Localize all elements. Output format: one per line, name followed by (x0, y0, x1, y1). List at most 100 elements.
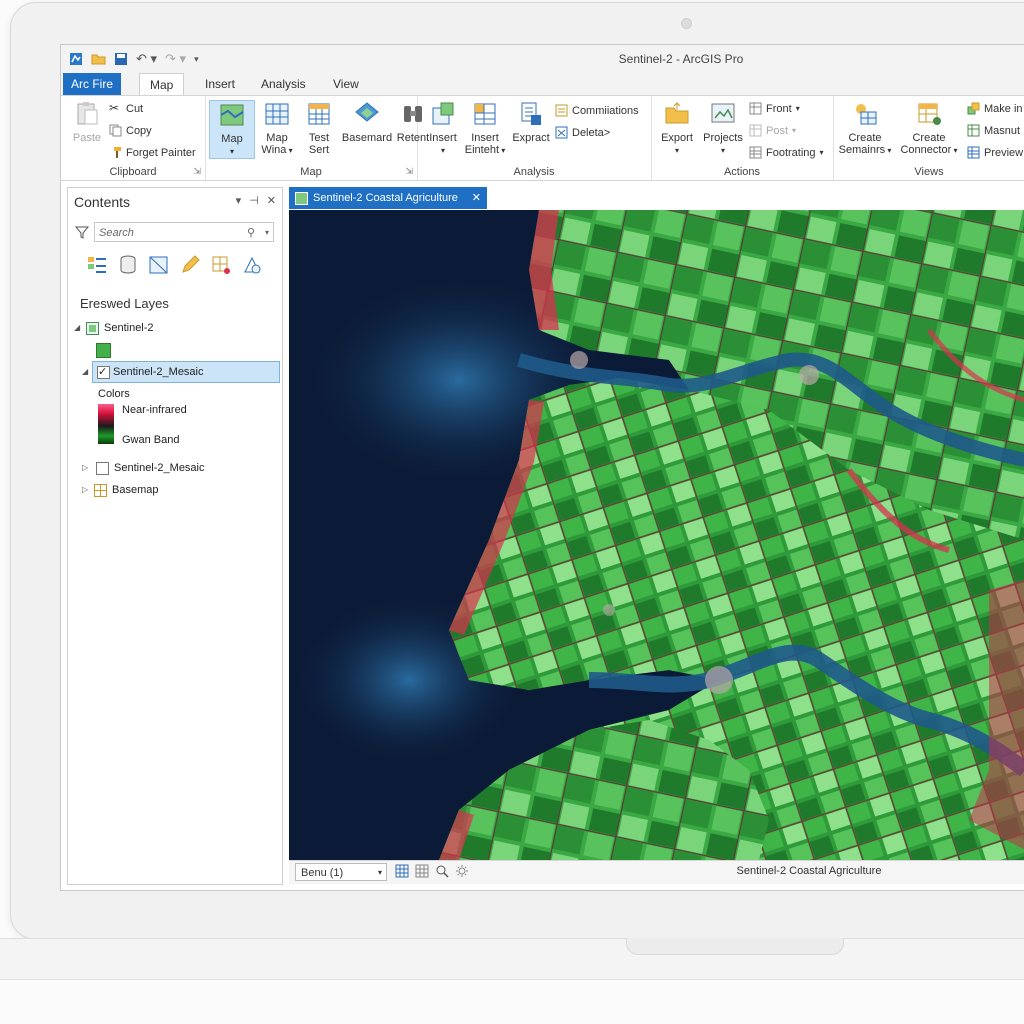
list-by-editing-icon[interactable] (179, 254, 201, 276)
list-by-snapping-icon[interactable] (210, 254, 232, 276)
masnut-button[interactable]: Masnut (967, 124, 1020, 137)
commissions-button[interactable]: Commiiations (555, 104, 639, 117)
clipboard-launcher-icon[interactable]: ⇲ (193, 166, 201, 177)
map-launcher-icon[interactable]: ⇲ (405, 166, 413, 177)
views-group: Create Semainrs ▾ Create Connector ▾ Make … (833, 96, 1024, 180)
save-icon[interactable] (114, 52, 128, 66)
tab-file[interactable]: Arc Fire (63, 73, 121, 95)
grid-icon[interactable] (395, 864, 409, 878)
make-in-button[interactable]: Make in (967, 102, 1023, 115)
front-button[interactable]: Front ▾ (749, 102, 800, 115)
test-sert-button[interactable]: Test Sert (297, 100, 341, 156)
color-ramp-icon (98, 404, 114, 444)
undo-icon[interactable]: ↶ ▾ (136, 51, 157, 67)
customize-toolbar-icon[interactable]: ▾ (194, 51, 199, 67)
collapse-icon[interactable]: ◢ (82, 362, 88, 382)
settings-gear-icon[interactable] (455, 864, 469, 878)
contents-toolbar (86, 254, 263, 276)
export-button[interactable]: Export ▾ (655, 100, 699, 157)
map-view-tab[interactable]: Sentinel-2 Coastal Agriculture ✕ (289, 187, 487, 209)
search-placeholder: Search (99, 227, 134, 239)
list-by-drawing-order-icon[interactable] (86, 254, 108, 276)
create-semainrs-button[interactable]: Create Semainrs ▾ (835, 100, 895, 157)
grid-map-icon (265, 103, 289, 125)
format-painter-button[interactable]: Forget Painter (109, 146, 196, 159)
cut-button[interactable]: ✂ Cut (109, 102, 143, 115)
pin-icon[interactable]: ⊣ (249, 194, 259, 207)
preview-icon (967, 146, 980, 159)
scissors-icon: ✂ (109, 101, 120, 115)
make-in-icon (967, 102, 980, 115)
projects-button[interactable]: Projects ▾ (699, 100, 747, 157)
views-group-label: Views (914, 166, 944, 178)
projects-icon (711, 103, 735, 123)
paste-icon (77, 102, 98, 125)
green-swatch (96, 343, 111, 358)
expract-button[interactable]: Expract (509, 100, 553, 144)
actions-group-label: Actions (723, 166, 761, 178)
close-tab-icon[interactable]: ✕ (472, 187, 481, 209)
list-by-selection-icon[interactable] (148, 254, 170, 276)
delete-button[interactable]: Deleta> (555, 126, 610, 139)
actions-group: Export ▾ Projects ▾ Front ▾ Post ▾ Footratin… (651, 96, 834, 180)
analysis-group-label: Analysis (513, 166, 555, 178)
open-folder-icon[interactable] (91, 52, 106, 66)
copy-button[interactable]: Copy (109, 124, 152, 137)
quick-access-toolbar: ↶ ▾ ↷ ▾ ▾ (69, 51, 199, 67)
create-connector-button[interactable]: Create Connector ▾ (897, 100, 961, 157)
map-canvas[interactable] (289, 210, 1024, 860)
search-dropdown-icon[interactable]: ▾ (265, 223, 269, 243)
list-by-labeling-icon[interactable] (241, 254, 263, 276)
map-icon (220, 104, 244, 126)
ribbon-tabs: Arc Fire Map Insert Analysis View (61, 73, 1024, 96)
window-title: Sentinel-2 - ArcGIS Pro (618, 52, 744, 66)
basemap-button[interactable]: Basemard (341, 100, 393, 144)
insert-einteht-button[interactable]: Insert Einteht ▾ (463, 100, 507, 157)
create-connector-icon (918, 103, 941, 125)
collapse-icon[interactable]: ◢ (74, 318, 80, 338)
search-input[interactable]: Search ⚲ ▾ (94, 222, 274, 242)
zoom-icon[interactable] (435, 864, 449, 878)
clipboard-group-label: Clipboard (109, 166, 157, 178)
filter-icon[interactable] (74, 224, 90, 240)
pane-menu-icon[interactable]: ▾ (236, 194, 242, 207)
ribbon: Paste ✂ Cut Copy Forget Painter Clipboar… (61, 95, 1024, 181)
contents-title: Contents (74, 194, 131, 210)
commissions-icon (555, 104, 568, 117)
insert-button[interactable]: Insert ▾ (421, 100, 465, 157)
status-tools (395, 864, 469, 878)
table-icon (308, 103, 330, 125)
map-tab-icon (295, 192, 308, 205)
selected-layer-row[interactable]: Sentinel-2_Mesaic (92, 361, 280, 383)
post-button[interactable]: Post ▾ (749, 124, 796, 137)
expand-icon[interactable]: ▷ (82, 480, 88, 500)
preview-button[interactable]: Preview (967, 146, 1023, 159)
map-wina-button[interactable]: Map Wina ▾ (255, 100, 299, 157)
layer-visibility-checkbox[interactable] (97, 362, 110, 382)
footrating-icon (749, 146, 762, 159)
list-by-data-source-icon[interactable] (117, 254, 139, 276)
layer-visibility-checkbox[interactable] (96, 462, 109, 475)
table-view-icon[interactable] (415, 864, 429, 878)
title-bar: ↶ ▾ ↷ ▾ ▾ Sentinel-2 - ArcGIS Pro (61, 45, 1024, 73)
map-status-bar: Benu (1) ▾ Sentinel-2 Coastal Agricultur… (289, 860, 1024, 884)
insert-table-icon (474, 103, 496, 125)
tab-insert[interactable]: Insert (195, 73, 245, 95)
tab-view[interactable]: View (323, 73, 369, 95)
search-icon[interactable]: ⚲ (247, 223, 255, 243)
status-text: Sentinel-2 Coastal Agriculture (736, 865, 882, 877)
redo-icon[interactable]: ↷ ▾ (165, 51, 186, 67)
tab-analysis[interactable]: Analysis (251, 73, 316, 95)
pane-controls: ▾ ⊣ ✕ (236, 194, 276, 207)
create-sun-icon (856, 104, 877, 125)
close-icon[interactable]: ✕ (267, 194, 276, 207)
map-view: Sentinel-2 Coastal Agriculture ✕ Benu (1… (289, 187, 1024, 884)
paste-button[interactable]: Paste (65, 100, 109, 144)
scale-selector[interactable]: Benu (1) ▾ (295, 863, 387, 881)
extract-icon (521, 102, 541, 125)
footrating-button[interactable]: Footrating ▾ (749, 146, 824, 159)
map-button[interactable]: Map ▾ (209, 100, 255, 159)
tab-map[interactable]: Map (139, 73, 185, 96)
expand-icon[interactable]: ▷ (82, 458, 88, 478)
camera-dot (681, 18, 692, 29)
